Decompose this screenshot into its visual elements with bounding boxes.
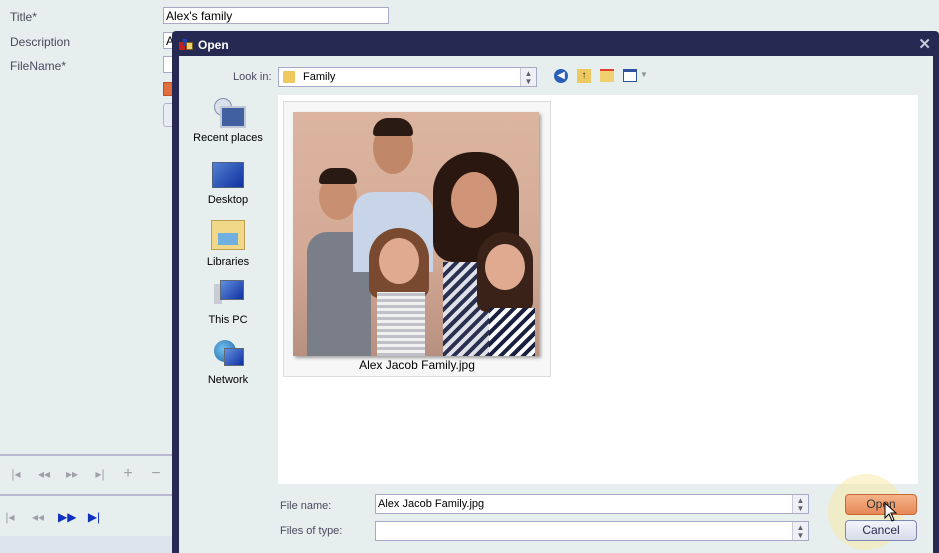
file-type-select[interactable]: ▲ ▼ <box>375 521 809 541</box>
first-icon[interactable]: |◂ <box>2 510 18 524</box>
image-thumbnail <box>293 112 539 356</box>
file-item[interactable]: Alex Jacob Family.jpg <box>283 101 551 377</box>
up-folder-icon[interactable]: ↑ <box>577 69 591 83</box>
this-pc-icon <box>212 280 244 308</box>
look-in-label: Look in: <box>233 71 272 83</box>
file-name: Alex Jacob Family.jpg <box>359 358 475 372</box>
new-folder-icon[interactable] <box>600 69 614 82</box>
libraries-icon <box>211 220 245 250</box>
close-icon[interactable]: ✕ <box>918 35 931 53</box>
file-list[interactable]: Alex Jacob Family.jpg <box>278 95 918 484</box>
places-this-pc[interactable]: This PC <box>193 280 263 326</box>
status-strip <box>0 536 172 553</box>
first-icon[interactable]: |◂ <box>8 467 24 481</box>
next-page-icon[interactable]: ▶▶ <box>58 510 76 524</box>
prev-page-icon[interactable]: ◂◂ <box>36 467 52 481</box>
prev-page-icon[interactable]: ◂◂ <box>30 510 46 524</box>
file-name-value: Alex Jacob Family.jpg <box>378 498 485 510</box>
title-label: Title* <box>10 10 37 24</box>
places-network[interactable]: Network <box>193 340 263 386</box>
file-name-input[interactable]: Alex Jacob Family.jpg ▲ ▼ <box>375 494 809 514</box>
look-in-combo[interactable]: Family ▲ ▼ <box>278 67 537 87</box>
title-input[interactable]: Alex's family <box>163 7 389 24</box>
places-libraries[interactable]: Libraries <box>193 220 263 268</box>
mouse-cursor-icon <box>884 502 898 522</box>
next-page-icon[interactable]: ▸▸ <box>64 467 80 481</box>
places-desktop[interactable]: Desktop <box>193 162 263 206</box>
file-name-label: File name: <box>280 500 332 512</box>
open-dialog: Open ✕ Look in: Family ▲ ▼ ◀ ↑ ▼ Recent p… <box>172 31 939 553</box>
folder-icon <box>283 71 295 83</box>
navigator-bottom: |◂ ◂◂ ▶▶ ▶| <box>0 494 172 524</box>
network-icon <box>212 340 244 368</box>
file-type-label: Files of type: <box>280 525 343 537</box>
spin-icon[interactable]: ▲ ▼ <box>792 495 808 513</box>
add-icon[interactable]: + <box>120 465 136 483</box>
app-icon <box>179 39 193 51</box>
view-menu-icon[interactable] <box>623 69 637 82</box>
desktop-icon <box>212 162 244 188</box>
description-label: Description <box>10 35 71 49</box>
dialog-body: Look in: Family ▲ ▼ ◀ ↑ ▼ Recent places D… <box>179 56 933 553</box>
look-in-value: Family <box>303 71 336 83</box>
navigator-top: |◂ ◂◂ ▸▸ ▸| + − <box>0 454 172 482</box>
last-icon[interactable]: ▸| <box>92 467 108 481</box>
back-icon[interactable]: ◀ <box>554 69 568 83</box>
cancel-button[interactable]: Cancel <box>845 520 917 541</box>
open-button[interactable]: Open <box>845 494 917 515</box>
spin-icon[interactable]: ▲ ▼ <box>792 522 808 540</box>
places-recent[interactable]: Recent places <box>193 98 263 144</box>
remove-icon[interactable]: − <box>148 465 164 483</box>
filename-label: FileName* <box>10 59 67 73</box>
spin-icon[interactable]: ▲ ▼ <box>520 68 536 86</box>
last-icon[interactable]: ▶| <box>86 510 102 524</box>
chevron-down-icon[interactable]: ▼ <box>640 70 648 79</box>
recent-places-icon <box>212 98 246 128</box>
dialog-title: Open <box>198 38 229 52</box>
